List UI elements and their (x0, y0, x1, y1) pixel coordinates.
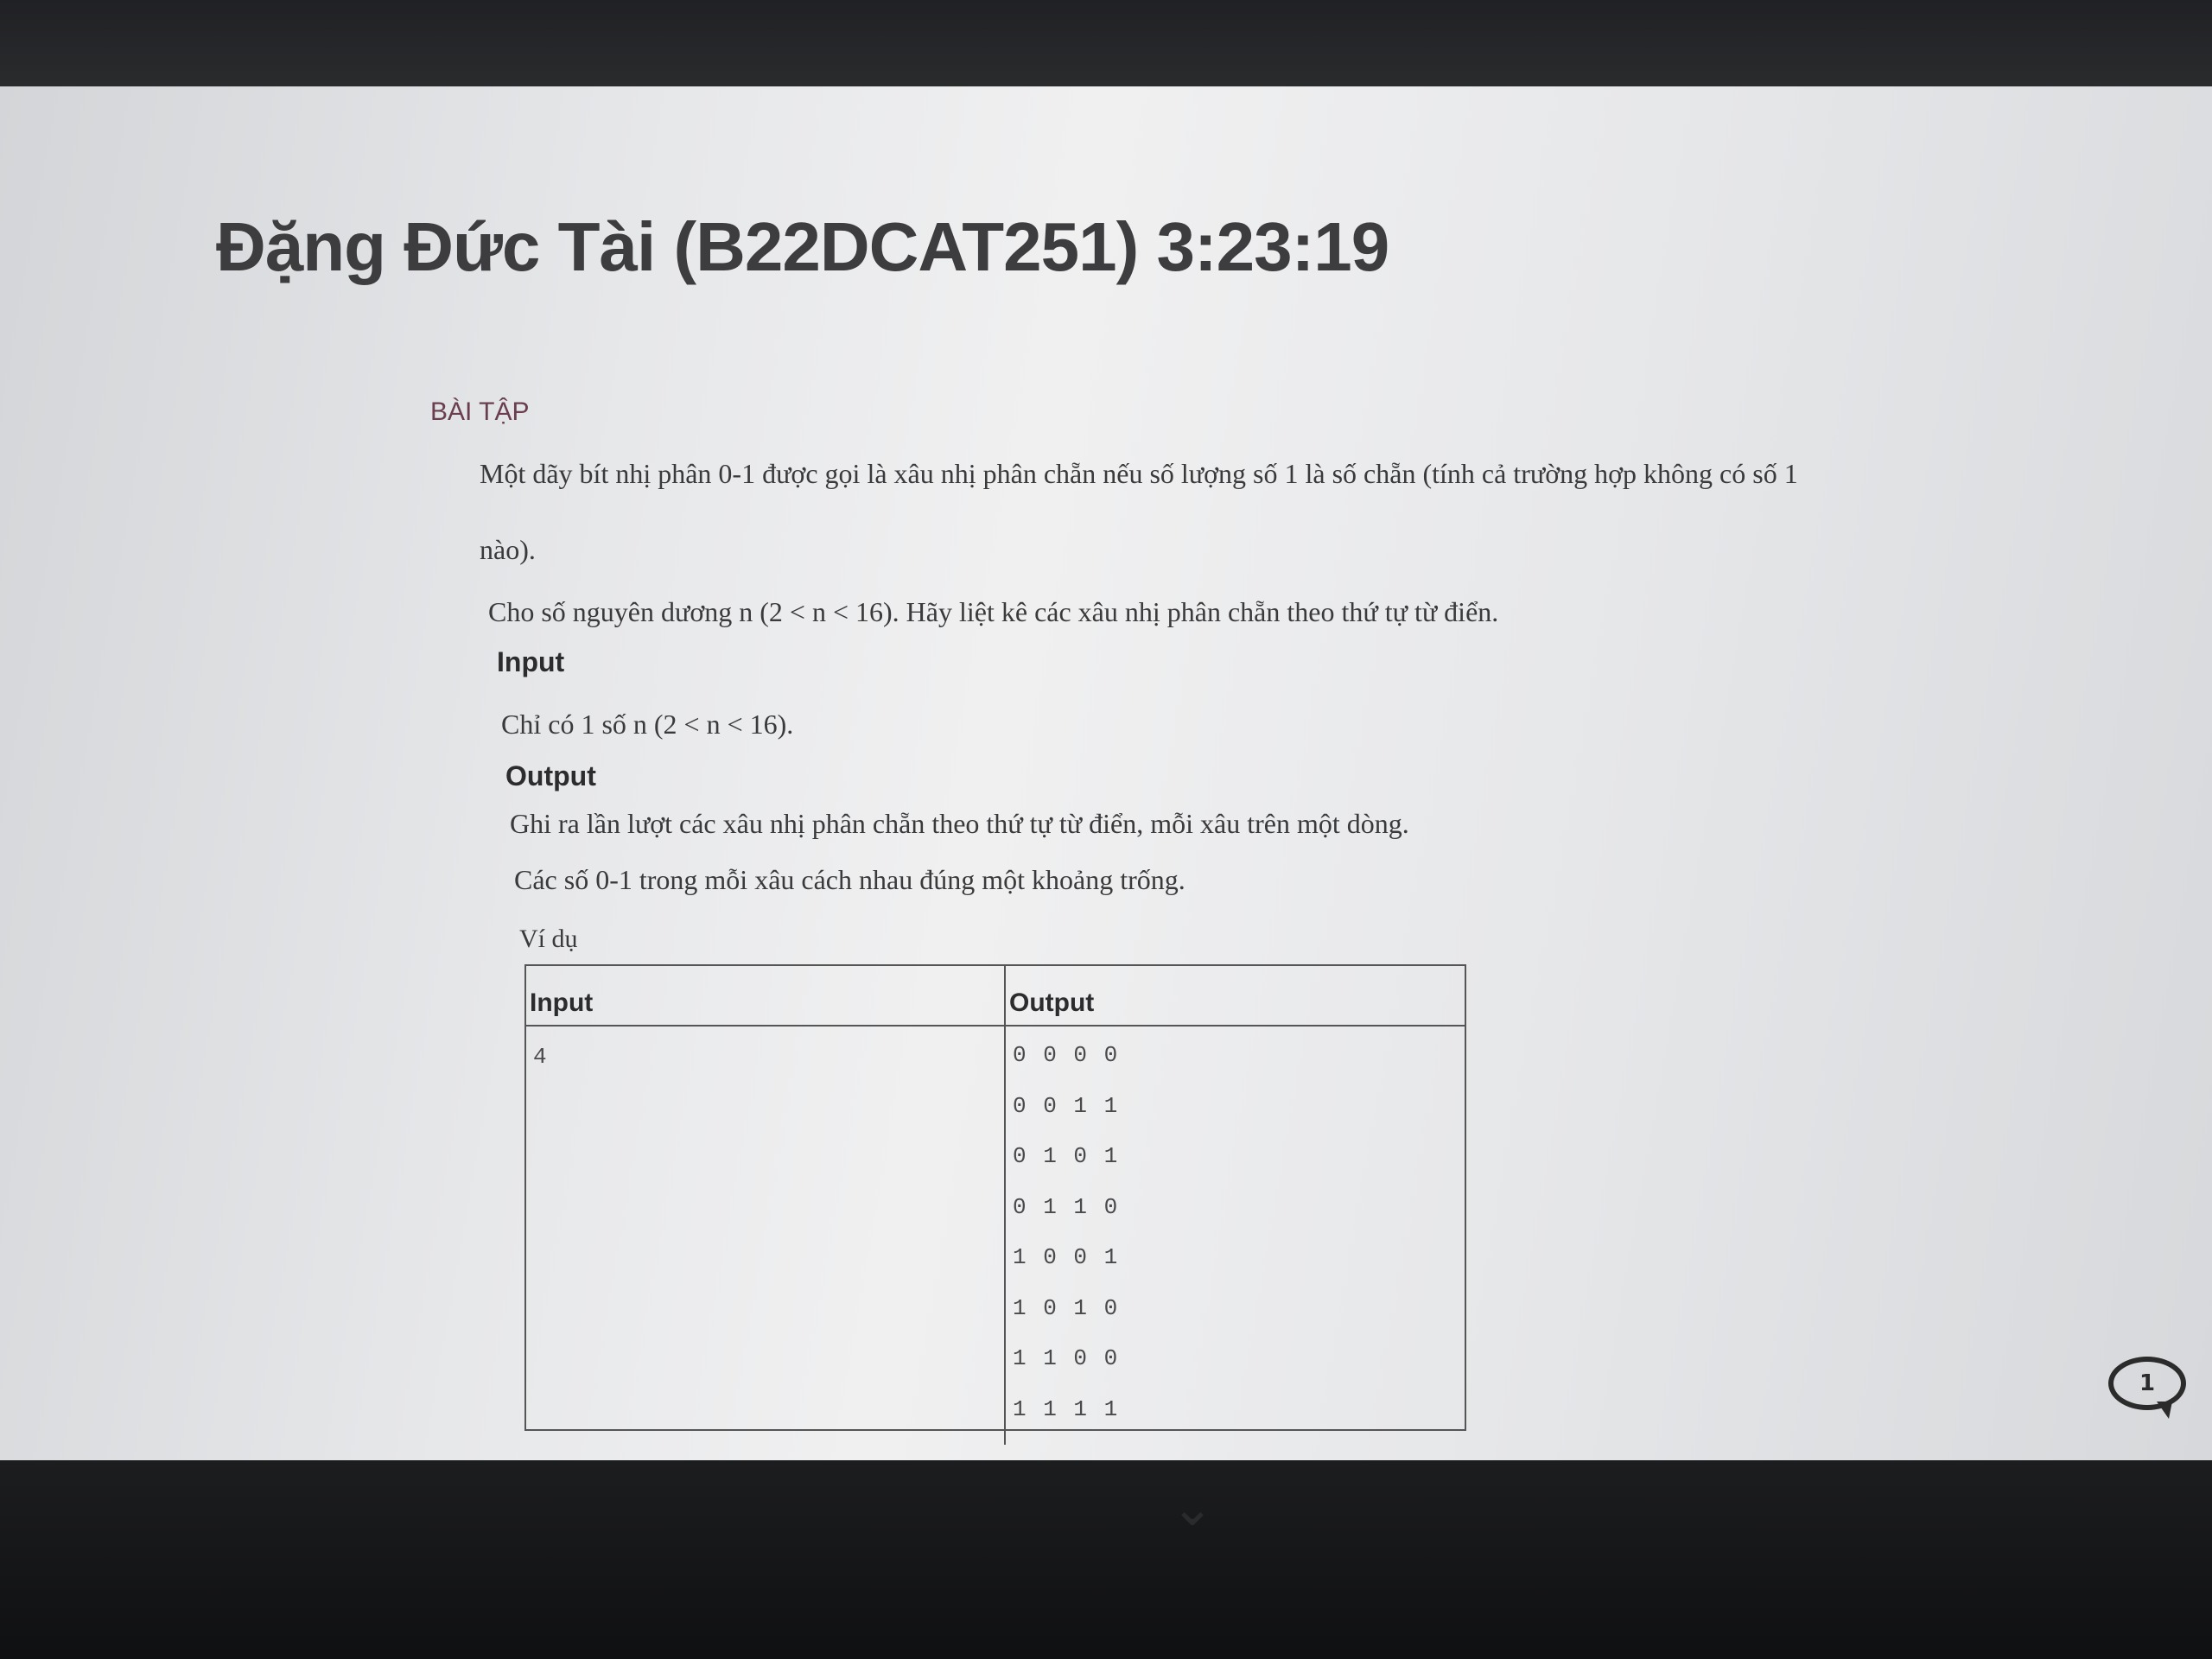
example-input-cell: 4 (526, 1027, 1006, 1445)
output-line: 1 0 0 1 (1013, 1244, 1120, 1270)
example-output-cell: 0 0 0 0 0 0 1 1 0 1 0 1 0 1 1 0 1 0 0 1 … (1006, 1027, 1465, 1445)
output-line: 1 1 0 0 (1013, 1345, 1120, 1371)
output-line: 0 1 1 0 (1013, 1193, 1120, 1220)
example-label: Ví dụ (519, 925, 578, 953)
section-label: BÀI TẬP (430, 397, 530, 426)
browser-viewport: Đặng Đức Tài (B22DCAT251) 3:23:19 BÀI TẬ… (0, 86, 2212, 1469)
monitor-logo-icon: ⌄ (1170, 1478, 1215, 1538)
example-input-header: Input (526, 966, 1006, 1027)
chat-bubble-icon[interactable]: 1 (2108, 1357, 2186, 1410)
output-line: 0 0 1 1 (1013, 1092, 1120, 1119)
chat-badge-count: 1 (2139, 1370, 2156, 1396)
output-description-2: Các số 0-1 trong mỗi xâu cách nhau đúng … (514, 864, 1185, 895)
monitor-bezel-bottom (0, 1460, 2212, 1659)
problem-line-1: Một dãy bít nhị phân 0-1 được gọi là xâu… (480, 458, 1798, 489)
example-table: Input Output 4 0 0 0 0 0 0 1 1 0 1 0 1 0… (524, 964, 1466, 1445)
problem-line-3: Cho số nguyên dương n (2 < n < 16). Hãy … (488, 596, 1499, 627)
output-line: 1 0 1 0 (1013, 1294, 1120, 1321)
chat-bubble-tail (2157, 1402, 2172, 1419)
monitor-bezel-top (0, 0, 2212, 93)
output-heading: Output (505, 760, 596, 791)
page-title: Đặng Đức Tài (B22DCAT251) 3:23:19 (216, 208, 1389, 285)
problem-line-2: nào). (480, 534, 536, 565)
output-line: 1 1 1 1 (1013, 1395, 1120, 1422)
output-line: 0 0 0 0 (1013, 1042, 1120, 1068)
input-description: Chỉ có 1 số n (2 < n < 16). (501, 709, 794, 740)
output-description-1: Ghi ra lần lượt các xâu nhị phân chẵn th… (510, 808, 1409, 839)
example-output-header: Output (1006, 966, 1465, 1027)
input-heading: Input (497, 646, 565, 677)
output-line: 0 1 0 1 (1013, 1143, 1120, 1169)
